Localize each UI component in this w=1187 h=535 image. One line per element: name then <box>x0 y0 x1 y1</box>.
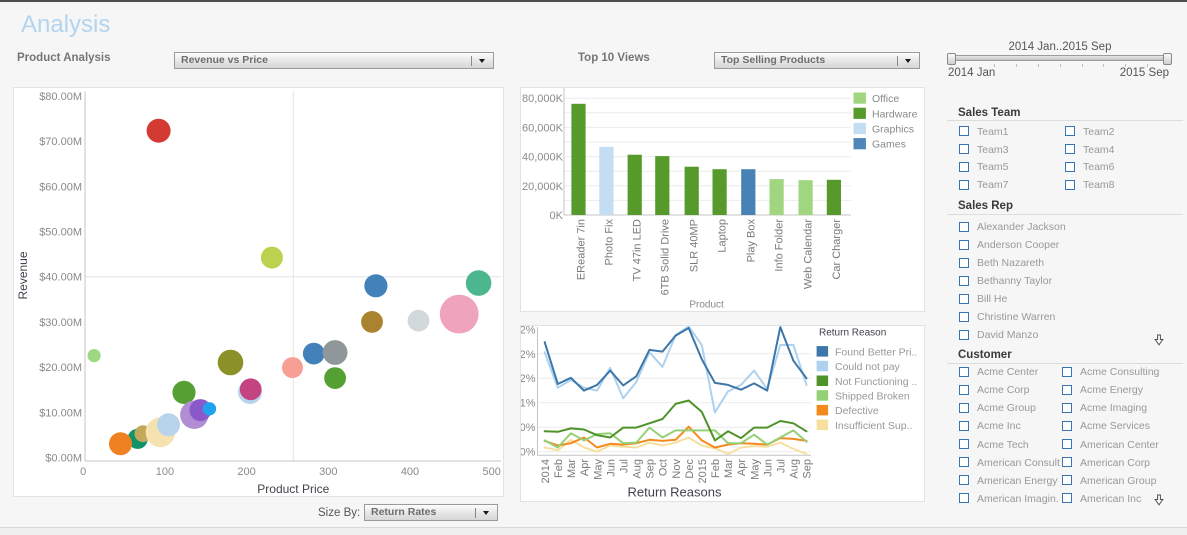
svg-text:1%: 1% <box>521 398 536 410</box>
svg-text:6TB Solid Drive: 6TB Solid Drive <box>659 219 671 295</box>
svg-text:May: May <box>592 459 604 480</box>
svg-text:300: 300 <box>319 466 337 478</box>
svg-text:Apr: Apr <box>736 459 748 476</box>
svg-text:Laptop: Laptop <box>717 219 729 253</box>
svg-text:2%: 2% <box>521 349 536 361</box>
svg-text:Shipped Broken: Shipped Broken <box>835 391 910 403</box>
svg-text:2%: 2% <box>521 373 536 385</box>
svg-text:Photo Fix: Photo Fix <box>603 219 615 266</box>
svg-text:Jul: Jul <box>618 459 630 473</box>
svg-text:Product Price: Product Price <box>257 482 329 496</box>
svg-text:Info Folder: Info Folder <box>774 219 786 272</box>
svg-text:Hardware: Hardware <box>872 108 918 120</box>
svg-text:Play Box: Play Box <box>745 219 757 263</box>
svg-text:2%: 2% <box>521 326 536 336</box>
svg-text:Aug: Aug <box>789 459 801 479</box>
svg-text:Office: Office <box>872 93 899 105</box>
svg-text:$70.00M: $70.00M <box>39 136 82 148</box>
svg-text:$30.00M: $30.00M <box>39 317 82 329</box>
svg-text:0K: 0K <box>550 210 564 222</box>
svg-text:Jul: Jul <box>776 459 788 473</box>
svg-text:2015: 2015 <box>697 459 709 483</box>
svg-text:Defective: Defective <box>835 405 879 417</box>
svg-text:Apr: Apr <box>579 459 591 476</box>
svg-text:0%: 0% <box>521 422 536 434</box>
svg-text:40,000K: 40,000K <box>522 152 564 164</box>
svg-text:400: 400 <box>401 466 419 478</box>
svg-text:Sep: Sep <box>645 459 657 479</box>
svg-text:60,000K: 60,000K <box>522 122 564 134</box>
svg-text:$50.00M: $50.00M <box>39 227 82 239</box>
svg-text:$0.00M: $0.00M <box>45 453 82 465</box>
svg-text:Aug: Aug <box>632 459 644 479</box>
svg-text:$40.00M: $40.00M <box>39 272 82 284</box>
svg-text:80,000K: 80,000K <box>522 93 564 105</box>
svg-text:Product: Product <box>689 300 724 311</box>
svg-text:Could not pay: Could not pay <box>835 361 901 373</box>
svg-text:2014: 2014 <box>540 459 552 483</box>
svg-text:Feb: Feb <box>710 459 722 478</box>
svg-text:Car Charger: Car Charger <box>831 219 843 280</box>
svg-text:200: 200 <box>237 466 255 478</box>
svg-text:Return Reason: Return Reason <box>819 328 886 339</box>
svg-text:0: 0 <box>80 466 86 478</box>
svg-text:Nov: Nov <box>671 459 683 479</box>
svg-text:Graphics: Graphics <box>872 124 914 136</box>
svg-text:TV 47in LED: TV 47in LED <box>632 219 644 281</box>
svg-text:$80.00M: $80.00M <box>39 91 82 103</box>
svg-text:100: 100 <box>156 466 174 478</box>
svg-text:Web Calendar: Web Calendar <box>803 219 815 289</box>
svg-text:$60.00M: $60.00M <box>39 181 82 193</box>
svg-text:Feb: Feb <box>553 459 565 478</box>
svg-text:Sep: Sep <box>802 459 814 479</box>
svg-text:Insufficient Sup..: Insufficient Sup.. <box>835 420 912 432</box>
svg-text:Found Better Pri..: Found Better Pri.. <box>835 346 917 358</box>
svg-text:$10.00M: $10.00M <box>39 407 82 419</box>
svg-text:Mar: Mar <box>723 459 735 478</box>
svg-text:Oct: Oct <box>658 459 670 476</box>
svg-text:Games: Games <box>872 139 906 151</box>
svg-text:0%: 0% <box>521 447 536 459</box>
svg-text:Mar: Mar <box>566 459 578 478</box>
svg-text:Revenue: Revenue <box>16 251 30 299</box>
svg-text:Jun: Jun <box>605 459 617 477</box>
svg-text:May: May <box>749 459 761 480</box>
svg-text:SLR 40MP: SLR 40MP <box>689 219 701 272</box>
svg-text:Jun: Jun <box>762 459 774 477</box>
svg-text:Not Functioning ..: Not Functioning .. <box>835 376 917 388</box>
svg-text:$20.00M: $20.00M <box>39 362 82 374</box>
svg-text:Dec: Dec <box>684 459 696 479</box>
svg-text:500: 500 <box>483 466 501 478</box>
svg-text:20,000K: 20,000K <box>522 181 564 193</box>
svg-text:EReader 7in: EReader 7in <box>576 219 588 280</box>
svg-text:Return Reasons: Return Reasons <box>628 485 722 500</box>
